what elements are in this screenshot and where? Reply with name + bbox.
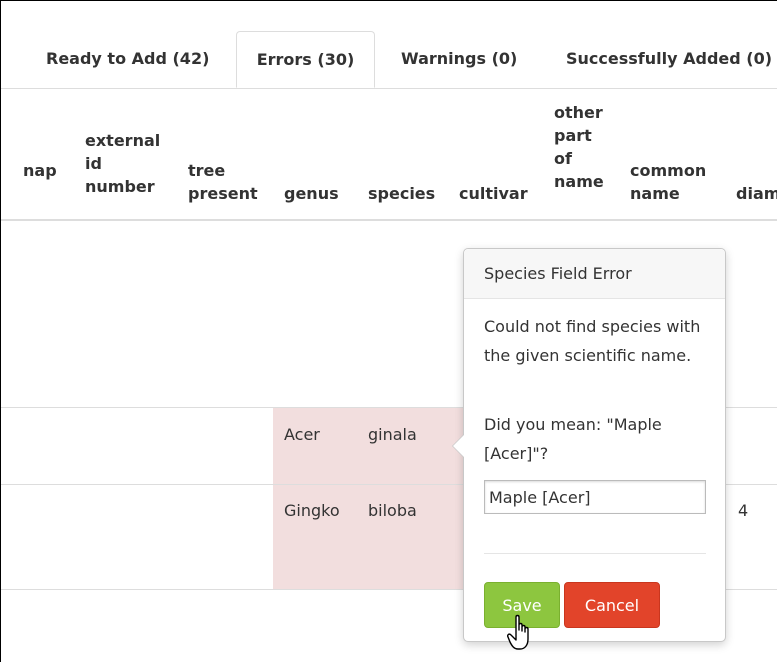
- species-correction-input[interactable]: [484, 480, 706, 514]
- popover-title: Species Field Error: [464, 249, 725, 299]
- cancel-button[interactable]: Cancel: [564, 582, 660, 628]
- column-header-map: nap: [23, 161, 57, 180]
- species-cell[interactable]: biloba: [368, 501, 417, 520]
- popover-arrow-fill: [453, 435, 464, 457]
- column-header-genus: genus: [284, 184, 339, 203]
- species-cell[interactable]: ginala: [368, 425, 417, 444]
- diameter-cell[interactable]: 4: [738, 501, 748, 520]
- species-error-popover: Species Field Error Could not find speci…: [452, 248, 726, 642]
- error-cell-highlight: [273, 408, 463, 484]
- tab-warnings[interactable]: Warnings (0): [401, 31, 517, 87]
- tab-bar: Ready to Add (42) Errors (30) Warnings (…: [1, 31, 777, 89]
- genus-cell[interactable]: Gingko: [284, 501, 340, 520]
- column-header-diameter: diam: [736, 184, 777, 203]
- popover-suggestion: Did you mean: "Maple [Acer]"?: [484, 415, 662, 463]
- column-header-species: species: [368, 184, 436, 203]
- popover-error-message: Could not find species with the given sc…: [484, 317, 701, 365]
- page-frame: Ready to Add (42) Errors (30) Warnings (…: [0, 0, 777, 662]
- tab-successfully-added[interactable]: Successfully Added (0): [566, 31, 772, 87]
- column-header-other-part-of-name: other part of name: [554, 103, 604, 191]
- popover-divider: [484, 553, 706, 554]
- tab-ready-to-add[interactable]: Ready to Add (42): [46, 31, 209, 87]
- table-header-divider: [1, 219, 777, 221]
- column-header-external-id-number: external id number: [85, 131, 161, 196]
- column-header-common-name: common name: [630, 161, 707, 203]
- column-header-cultivar: cultivar: [459, 184, 528, 203]
- column-header-tree-present: tree present: [188, 161, 258, 203]
- tab-errors[interactable]: Errors (30): [236, 31, 375, 88]
- genus-cell[interactable]: Acer: [284, 425, 320, 444]
- hand-cursor-icon: [507, 614, 529, 650]
